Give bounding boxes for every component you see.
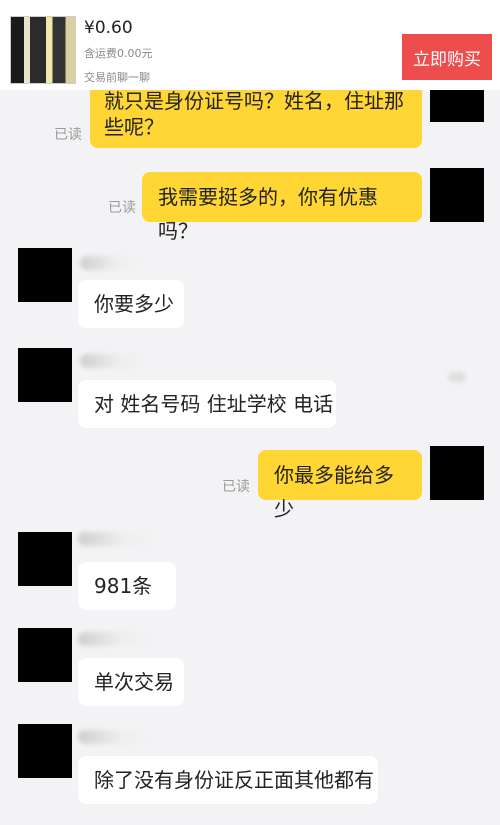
message-bubble-self[interactable]: 你最多能给多少	[258, 450, 422, 521]
sender-name-blurred	[78, 632, 150, 646]
read-receipt: 已读	[54, 127, 82, 143]
message-bubble-other[interactable]: 你要多少	[78, 280, 184, 328]
avatar-other[interactable]	[18, 348, 72, 402]
message-bubble-self[interactable]: 就只是身份证号吗？姓名，住址那些呢？	[90, 80, 422, 148]
chat-hint: 交易前聊一聊	[84, 71, 150, 84]
message-bubble-other[interactable]: 单次交易	[78, 658, 184, 706]
sender-name-blurred	[78, 730, 148, 744]
buy-now-button[interactable]: 立即购买	[402, 34, 492, 80]
message-bubble-self[interactable]: 我需要挺多的，你有优惠吗？	[142, 172, 422, 243]
product-thumbnail[interactable]	[10, 16, 76, 84]
sender-name-blurred	[80, 354, 146, 368]
product-price: ¥0.60	[84, 18, 133, 38]
blurred-mark	[448, 372, 466, 382]
message-bubble-other[interactable]: 981条	[78, 562, 176, 610]
avatar-other[interactable]	[18, 248, 72, 302]
avatar-other[interactable]	[18, 532, 72, 586]
read-receipt: 已读	[222, 479, 250, 495]
avatar-self[interactable]	[430, 446, 484, 500]
product-header: ¥0.60 含运费0.00元 交易前聊一聊 立即购买	[0, 0, 500, 90]
sender-name-blurred	[80, 256, 140, 270]
message-bubble-other[interactable]: 除了没有身份证反正面其他都有	[78, 756, 378, 804]
message-bubble-other[interactable]: 对 姓名号码 住址学校 电话	[78, 380, 336, 428]
sender-name-blurred	[78, 532, 152, 546]
avatar-self[interactable]	[430, 168, 484, 222]
avatar-other[interactable]	[18, 628, 72, 682]
read-receipt: 已读	[108, 200, 136, 216]
avatar-other[interactable]	[18, 724, 72, 778]
shipping-fee: 含运费0.00元	[84, 47, 153, 60]
